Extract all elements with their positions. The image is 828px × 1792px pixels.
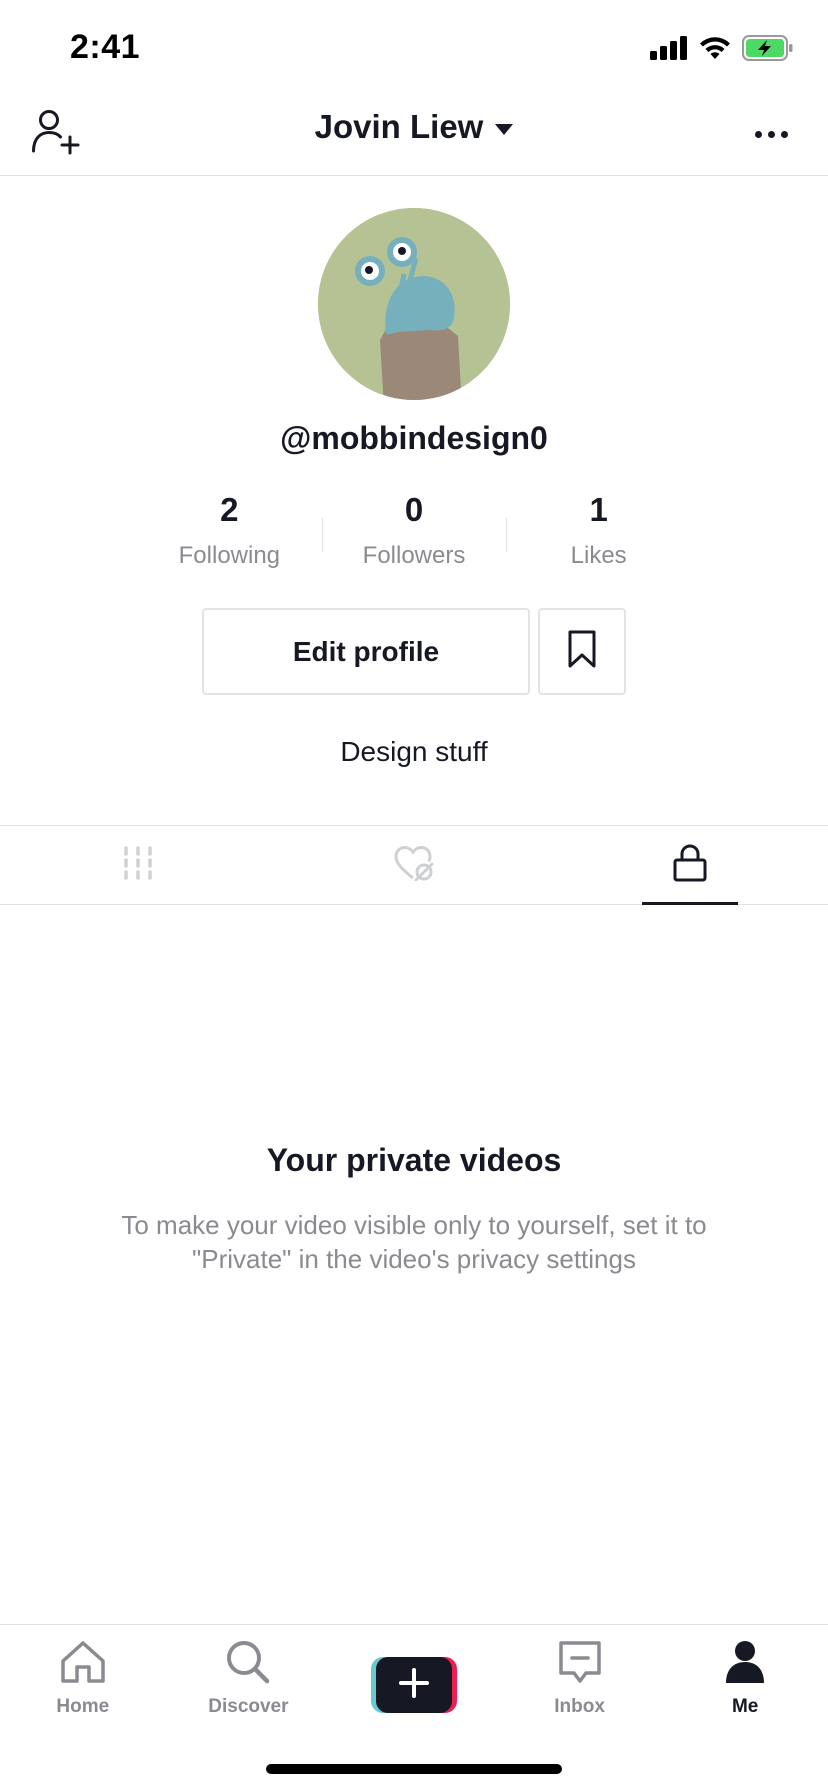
stat-label: Followers [362, 542, 466, 569]
nav-inbox[interactable]: Inbox [497, 1625, 663, 1724]
tab-private[interactable] [552, 826, 828, 904]
plus-icon [398, 1667, 429, 1703]
empty-state-title: Your private videos [266, 1142, 562, 1178]
nav-home[interactable]: Home [0, 1625, 166, 1724]
nav-label: Home [56, 1696, 110, 1717]
more-dot-icon [780, 130, 788, 138]
profile-stats: 2 Following 0 Followers 1 Likes [137, 490, 691, 580]
grid-icon [122, 845, 154, 886]
stat-value: 1 [589, 491, 608, 528]
status-bar: 2:41 [0, 0, 828, 90]
bottom-nav: Home Discover Inbox Me [0, 1624, 828, 1724]
create-button[interactable] [370, 1657, 457, 1713]
top-nav: Jovin Liew [0, 90, 828, 176]
bookmark-icon [567, 629, 597, 674]
nav-label: Discover [208, 1696, 289, 1717]
avatar[interactable] [318, 208, 510, 400]
stat-label: Likes [570, 542, 627, 569]
home-indicator [266, 1764, 562, 1774]
lock-icon [673, 844, 707, 887]
nav-label: Me [731, 1696, 759, 1717]
person-icon [721, 1639, 769, 1690]
account-name: Jovin Liew [314, 108, 484, 145]
tab-liked[interactable] [276, 826, 552, 904]
cellular-signal-icon [650, 35, 688, 65]
empty-state-description: To make your video visible only to yours… [121, 1210, 707, 1274]
liked-hidden-icon [393, 845, 435, 886]
battery-charging-icon [742, 34, 794, 66]
account-switcher[interactable]: Jovin Liew [234, 108, 594, 146]
profile-bio: Design stuff [340, 736, 488, 767]
stat-value: 2 [220, 491, 239, 528]
stat-value: 0 [404, 491, 424, 528]
more-dot-icon [767, 130, 775, 138]
stat-likes[interactable]: 1 Likes [506, 490, 691, 580]
add-friend-button[interactable] [28, 106, 84, 162]
nav-label: Inbox [554, 1696, 605, 1717]
status-time: 2:41 [70, 28, 141, 66]
nav-me[interactable]: Me [662, 1625, 828, 1724]
search-icon [224, 1639, 272, 1690]
stat-following[interactable]: 2 Following [137, 490, 322, 580]
home-icon [59, 1639, 107, 1690]
edit-profile-button[interactable]: Edit profile [202, 608, 530, 695]
nav-discover[interactable]: Discover [166, 1625, 332, 1724]
tab-videos[interactable] [0, 826, 276, 904]
more-dot-icon [754, 130, 762, 138]
more-options-button[interactable] [746, 116, 796, 152]
add-user-icon [31, 109, 81, 160]
chevron-down-icon [495, 123, 514, 135]
create-button-face [375, 1657, 452, 1713]
profile-handle: @mobbindesign0 [280, 420, 548, 456]
profile-tabs [0, 825, 828, 905]
stat-followers[interactable]: 0 Followers [321, 490, 507, 580]
nav-create[interactable] [331, 1625, 497, 1724]
inbox-icon [556, 1639, 604, 1690]
favorites-button[interactable] [538, 608, 626, 695]
wifi-icon [698, 35, 732, 66]
stat-label: Following [178, 542, 281, 569]
status-icons [650, 34, 794, 66]
